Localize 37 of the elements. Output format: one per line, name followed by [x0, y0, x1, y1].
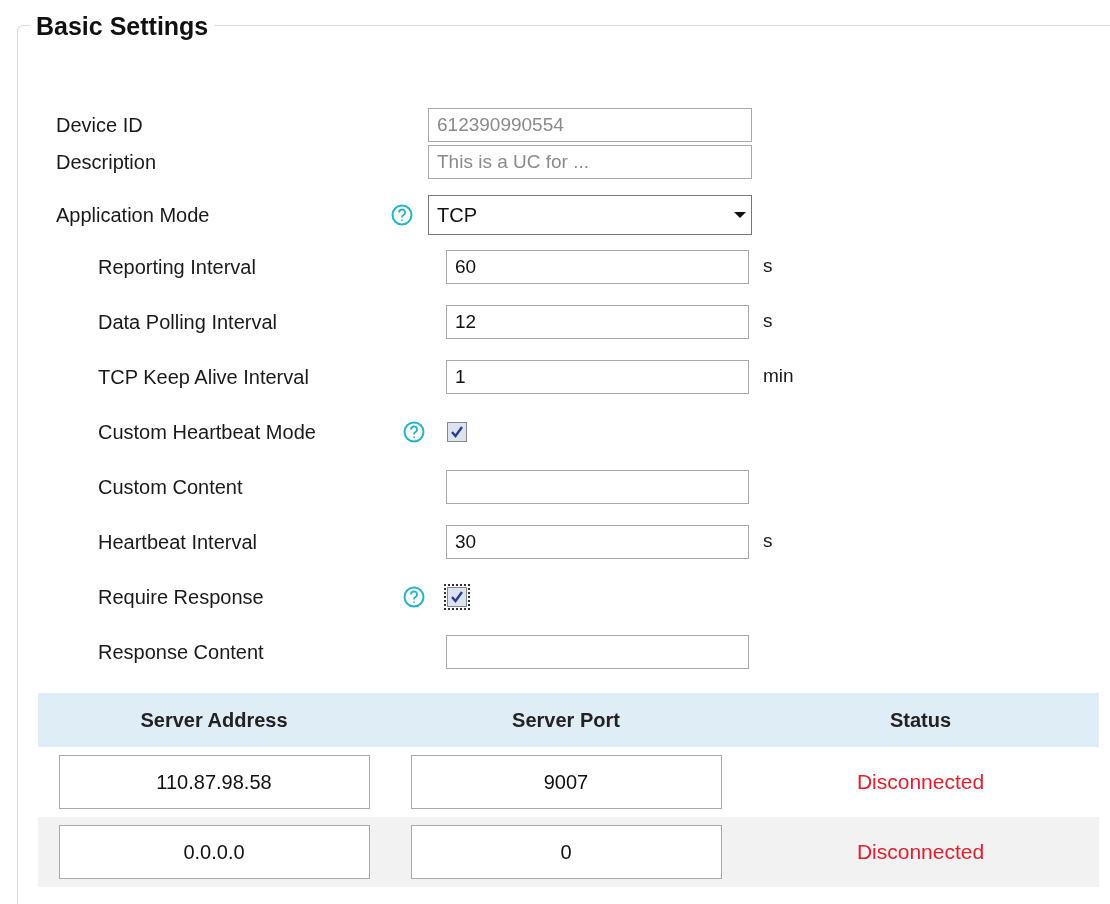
checkbox[interactable] [447, 421, 467, 442]
help-icon[interactable] [403, 585, 425, 608]
field-label: Data Polling Interval [98, 309, 278, 335]
unit-label: min [763, 364, 794, 389]
input-field[interactable]: 12 [446, 304, 749, 339]
field-label: Custom Heartbeat Mode [98, 419, 317, 445]
mode-select[interactable]: TCP [428, 194, 752, 235]
field-label: TCP Keep Alive Interval [98, 364, 310, 390]
help-icon[interactable] [391, 203, 413, 226]
field-label: Heartbeat Interval [98, 529, 258, 555]
input-field[interactable] [446, 469, 749, 504]
unit-label: s [763, 529, 773, 554]
unit-label: s [763, 309, 773, 334]
caret-icon [733, 210, 747, 219]
column-header: Status [889, 708, 952, 733]
address-field[interactable]: 110.87.98.58 [58, 755, 370, 809]
port-field[interactable]: 0 [410, 825, 722, 879]
field-label: Application Mode [56, 202, 211, 228]
status-text: Disconnected [856, 839, 985, 866]
field-label: Response Content [98, 639, 265, 665]
input-field[interactable]: 60 [446, 249, 749, 284]
field-label: Reporting Interval [98, 254, 257, 280]
column-header: Server Address [140, 708, 288, 733]
unit-label: s [763, 254, 773, 279]
field-label: Description [56, 149, 158, 175]
input-field[interactable]: 1 [446, 359, 749, 394]
status-text: Disconnected [856, 769, 985, 796]
address-field[interactable]: 0.0.0.0 [58, 825, 370, 879]
field-label: Custom Content [98, 474, 244, 500]
port-field[interactable]: 9007 [410, 755, 722, 809]
column-header: Server Port [512, 708, 620, 733]
field-label: Device ID [56, 112, 144, 138]
help-icon[interactable] [403, 420, 425, 443]
checkbox[interactable] [447, 586, 467, 607]
input-field[interactable]: 30 [446, 524, 749, 559]
input-field[interactable] [446, 634, 749, 669]
field-label: Require Response [98, 584, 265, 610]
